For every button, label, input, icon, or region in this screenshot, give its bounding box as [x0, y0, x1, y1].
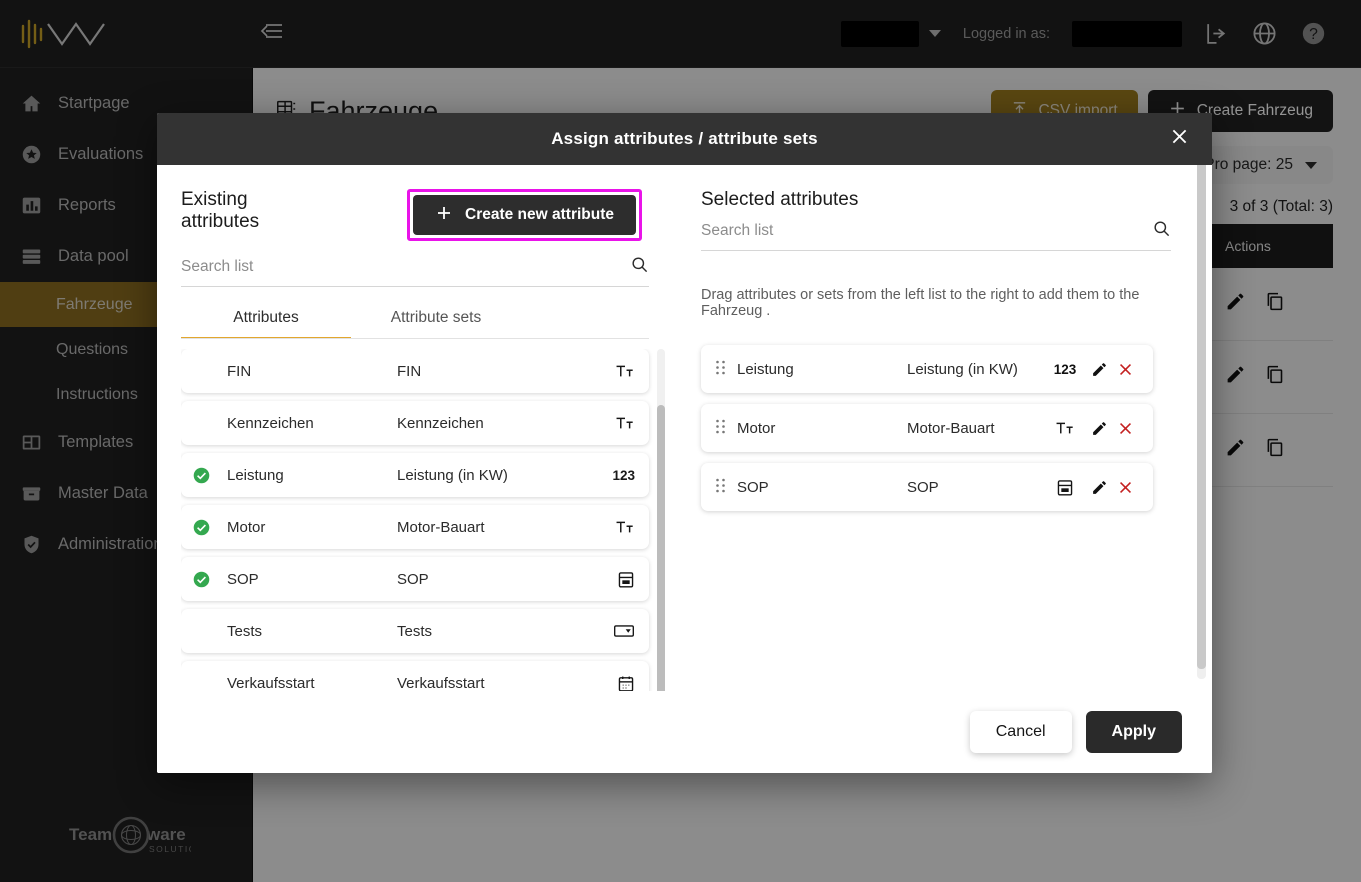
attribute-display-name: Verkaufsstart — [397, 674, 485, 692]
create-new-attribute-label: Create new attribute — [465, 206, 615, 223]
existing-search-input[interactable] — [181, 258, 630, 276]
list-item[interactable]: Tests Tests — [181, 609, 649, 653]
attribute-name: SOP — [227, 570, 259, 588]
attribute-name: Leistung — [227, 466, 284, 484]
number-icon: 123 — [1053, 361, 1077, 377]
attribute-name: Leistung — [737, 360, 794, 378]
remove-icon[interactable] — [1113, 361, 1137, 378]
selected-check-icon — [193, 467, 217, 484]
selected-search-input[interactable] — [701, 222, 1152, 240]
attribute-name: SOP — [737, 478, 769, 496]
existing-attributes-panel: Existing attributes Create new attribute — [157, 165, 677, 691]
pencil-icon[interactable] — [1085, 420, 1113, 437]
drag-handle-icon[interactable] — [715, 477, 737, 498]
attribute-name: Kennzeichen — [227, 414, 314, 432]
drag-handle-icon[interactable] — [715, 418, 737, 439]
list-item[interactable]: Motor Motor-Bauart — [181, 505, 649, 549]
attribute-name: Motor — [737, 419, 776, 437]
attribute-display-name: Kennzeichen — [397, 414, 484, 432]
list-item[interactable]: SOP SOP — [701, 463, 1153, 511]
dropdown-icon — [601, 623, 635, 639]
tabs-divider — [181, 338, 649, 339]
month-icon — [601, 570, 635, 589]
text-icon — [1045, 419, 1085, 437]
attribute-display-name: Tests — [397, 622, 433, 640]
attribute-name: Tests — [227, 622, 263, 640]
existing-attributes-list[interactable]: FIN FIN Kennzeichen Kennzeichen Leistung… — [181, 349, 667, 691]
drag-hint: Drag attributes or sets from the left li… — [701, 287, 1140, 319]
existing-attributes-heading: Existing attributes — [181, 189, 260, 232]
dialog-title: Assign attributes / attribute sets — [551, 129, 818, 148]
calendar-icon — [601, 674, 635, 691]
list-item[interactable]: SOP SOP — [181, 557, 649, 601]
attribute-name: Motor — [227, 518, 266, 536]
selected-search-row — [701, 219, 1171, 251]
dialog-header: Assign attributes / attribute sets — [157, 113, 1212, 165]
month-icon — [1045, 478, 1085, 497]
number-icon: 123 — [612, 467, 635, 483]
attribute-tabs: Attributes Attribute sets — [181, 309, 521, 339]
create-new-attribute-button[interactable]: Create new attribute — [413, 195, 637, 235]
text-icon — [601, 414, 635, 432]
tab-attributes[interactable]: Attributes — [181, 309, 351, 339]
remove-icon[interactable] — [1113, 479, 1137, 496]
dialog-scrollbar-thumb[interactable] — [1197, 165, 1206, 669]
list-item[interactable]: Motor Motor-Bauart — [701, 404, 1153, 452]
cancel-button[interactable]: Cancel — [969, 711, 1072, 753]
selected-attributes-heading: Selected attributes — [701, 189, 859, 210]
attribute-display-name: Motor-Bauart — [907, 419, 995, 437]
plus-icon — [435, 204, 453, 227]
list-item[interactable]: Kennzeichen Kennzeichen — [181, 401, 649, 445]
screen: Logged in as: ? Startpage Evaluations Re… — [0, 0, 1361, 882]
selected-check-icon — [193, 519, 217, 536]
selected-check-icon — [193, 571, 217, 588]
list-item[interactable]: FIN FIN — [181, 349, 649, 393]
text-icon — [601, 518, 635, 536]
list-item[interactable]: Leistung Leistung (in KW) 123 — [181, 453, 649, 497]
list-item[interactable]: Leistung Leistung (in KW) 123 — [701, 345, 1153, 393]
attribute-display-name: FIN — [397, 362, 422, 380]
pencil-icon[interactable] — [1085, 361, 1113, 378]
selected-attributes-list[interactable]: Leistung Leistung (in KW) 123 Motor Moto… — [701, 345, 1172, 522]
dialog-body: Existing attributes Create new attribute — [157, 165, 1212, 691]
existing-search-row — [181, 255, 649, 287]
attribute-display-name: Motor-Bauart — [397, 518, 485, 536]
apply-button[interactable]: Apply — [1085, 711, 1182, 753]
existing-attributes-header: Existing attributes Create new attribute — [181, 189, 677, 241]
attribute-display-name: SOP — [907, 478, 939, 496]
create-new-attribute-highlight: Create new attribute — [407, 189, 643, 241]
drag-handle-icon[interactable] — [715, 359, 737, 380]
search-icon[interactable] — [630, 255, 649, 279]
text-icon — [601, 362, 635, 380]
attribute-display-name: Leistung (in KW) — [907, 360, 1018, 378]
tab-attribute-sets[interactable]: Attribute sets — [351, 309, 521, 339]
attribute-name: Verkaufsstart — [227, 674, 315, 692]
remove-icon[interactable] — [1113, 420, 1137, 437]
list-scrollbar-thumb[interactable] — [657, 405, 665, 691]
selected-attributes-panel: Selected attributes Drag attributes or s… — [677, 165, 1212, 691]
dialog-footer: Cancel Apply — [157, 691, 1212, 773]
attribute-display-name: SOP — [397, 570, 429, 588]
attribute-name: FIN — [227, 362, 252, 380]
attribute-display-name: Leistung (in KW) — [397, 466, 508, 484]
pencil-icon[interactable] — [1085, 479, 1113, 496]
search-icon[interactable] — [1152, 219, 1171, 243]
list-item[interactable]: Verkaufsstart Verkaufsstart — [181, 661, 649, 691]
close-icon[interactable] — [1169, 126, 1190, 152]
assign-attributes-dialog: Assign attributes / attribute sets Exist… — [157, 113, 1212, 773]
